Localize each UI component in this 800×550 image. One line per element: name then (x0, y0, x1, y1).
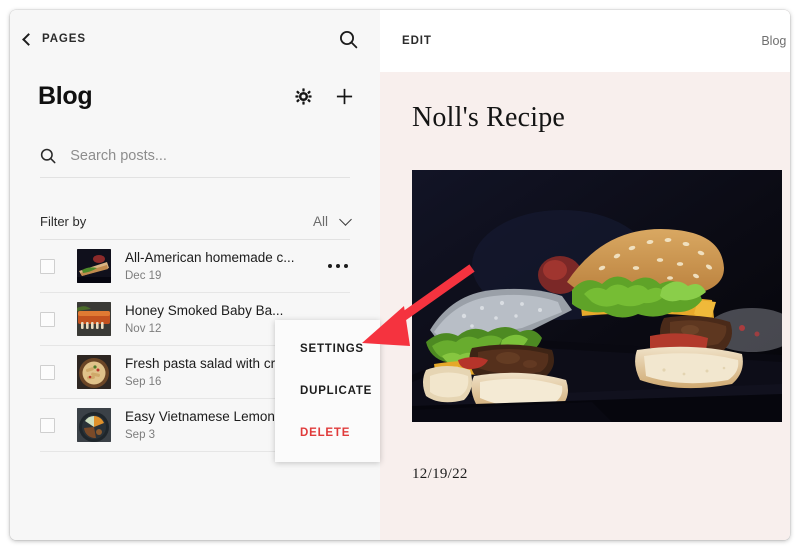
article-date: 12/19/22 (412, 466, 468, 482)
row-checkbox[interactable] (40, 417, 55, 433)
row-context-menu: SETTINGS DUPLICATE DELETE (275, 320, 380, 462)
article-hero-image (412, 170, 782, 422)
post-thumbnail (77, 408, 111, 442)
vietnamese-bowl-thumb (77, 408, 111, 442)
page-title: Blog (38, 81, 93, 110)
post-title: Fresh pasta salad with cr... (125, 356, 286, 371)
context-menu-item-delete[interactable]: DELETE (275, 412, 380, 454)
app-window: PAGES Blog Search posts... Filter by All… (10, 10, 790, 540)
context-menu-item-settings[interactable]: SETTINGS (275, 328, 380, 370)
filter-value: All (312, 214, 328, 229)
pasta-bowl-thumb (77, 355, 111, 389)
post-thumbnail (77, 249, 111, 283)
filter-row: Filter by All (40, 204, 352, 240)
editor-preview-panel: EDIT Blog · Noll's Recipe (380, 10, 790, 540)
article-preview: Noll's Recipe 12/19/22 (380, 102, 790, 483)
row-checkbox[interactable] (40, 311, 55, 327)
search-field-wrap (40, 134, 350, 178)
sandwich-dark-thumb (77, 249, 111, 283)
chevron-left-icon (22, 32, 35, 46)
table-row[interactable]: All-American homemade c... Dec 19 (40, 240, 350, 293)
row-overflow-menu-button[interactable] (326, 258, 350, 274)
dot-glyph (344, 264, 348, 268)
row-checkbox[interactable] (40, 364, 55, 380)
edit-mode-label: EDIT (402, 35, 432, 47)
filter-label: Filter by (40, 214, 87, 229)
post-thumbnail (77, 302, 111, 336)
back-to-pages-button[interactable]: PAGES (22, 32, 86, 46)
article-title: Noll's Recipe (412, 102, 566, 133)
row-checkbox[interactable] (40, 258, 55, 274)
editor-toolbar: EDIT Blog · (380, 10, 790, 72)
post-title: All-American homemade c... (125, 250, 295, 265)
search-input[interactable] (70, 147, 350, 164)
ribs-thumb (77, 302, 111, 336)
sidebar-topbar: PAGES (10, 10, 380, 68)
sidebar-title-actions (295, 87, 354, 106)
plus-icon (336, 88, 353, 104)
blog-sidebar: PAGES Blog Search posts... Filter by All… (10, 10, 380, 540)
back-to-pages-label: PAGES (42, 33, 86, 45)
burger-sandwich-photo (412, 170, 782, 422)
post-title: Honey Smoked Baby Ba... (125, 303, 284, 318)
post-text: All-American homemade c... Dec 19 (125, 249, 326, 283)
search-toggle-button[interactable] (339, 30, 358, 49)
blog-settings-button[interactable] (295, 87, 312, 105)
context-menu-item-duplicate[interactable]: DUPLICATE (275, 370, 380, 412)
sidebar-title-row: Blog (10, 68, 380, 124)
search-icon (40, 148, 56, 163)
add-post-button[interactable] (335, 87, 354, 106)
filter-select[interactable]: All (312, 213, 352, 229)
dot-glyph (328, 264, 332, 268)
search-icon (340, 30, 358, 48)
post-title: Easy Vietnamese Lemongr... (125, 409, 298, 424)
chevron-down-icon (339, 213, 352, 226)
dot-glyph (336, 264, 340, 268)
breadcrumb: Blog · (761, 34, 790, 48)
gear-icon (295, 87, 312, 105)
post-date: Dec 19 (125, 270, 162, 282)
post-thumbnail (77, 355, 111, 389)
